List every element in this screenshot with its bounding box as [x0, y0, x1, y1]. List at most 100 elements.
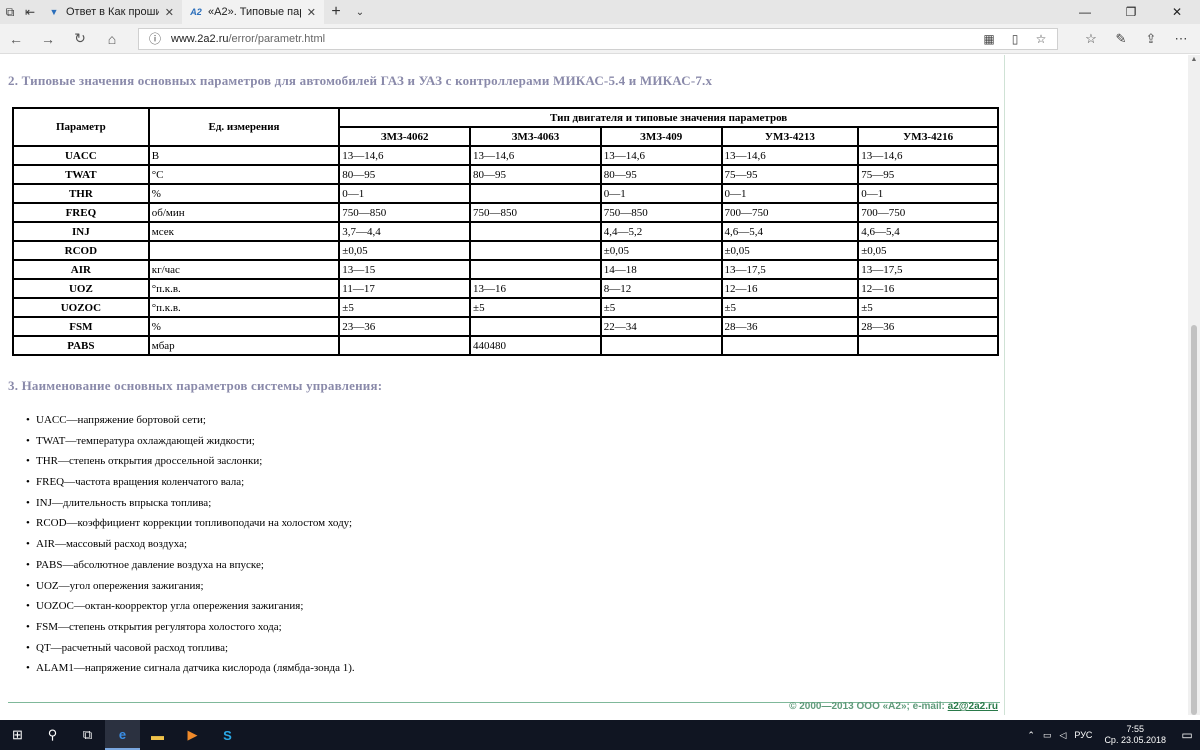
- favorites-hub-icon[interactable]: ☆: [1076, 31, 1106, 47]
- param-name-cell: AIR: [12, 259, 150, 280]
- back-arrow-icon[interactable]: ←: [0, 31, 32, 47]
- value-cell: 75—95: [857, 164, 999, 185]
- table-row: FREQ об/мин 750—850 750—850 750—850 700—750 70…: [12, 202, 999, 223]
- close-icon[interactable]: ✕: [307, 6, 316, 19]
- info-icon[interactable]: ⓘ: [145, 30, 165, 47]
- tab-answer-mik[interactable]: ▼ Ответ в Как прошить МИК ✕: [40, 0, 182, 24]
- window-close-icon[interactable]: ✕: [1154, 5, 1200, 19]
- header-unit: Ед. измерения: [147, 107, 341, 147]
- tab-preview-chevron-icon[interactable]: ⌄: [348, 7, 372, 18]
- tab-title: Ответ в Как прошить МИК: [66, 6, 159, 18]
- table-row: FSM% 23—36 22—34 28—36 28—36: [12, 316, 999, 337]
- more-icon[interactable]: ⋯: [1166, 31, 1196, 47]
- volume-icon[interactable]: ◁: [1055, 730, 1070, 741]
- reading-view-icon[interactable]: ▯: [1005, 32, 1025, 46]
- scroll-up-icon[interactable]: ▲: [1188, 55, 1200, 67]
- tab-manager-icon[interactable]: ⧉: [0, 0, 20, 24]
- value-cell: [469, 221, 602, 242]
- value-cell: 0—1: [720, 183, 860, 204]
- value-cell: ±0,05: [720, 240, 860, 261]
- new-tab-button[interactable]: +: [324, 3, 348, 21]
- list-item: INJ—длительность впрыска топлива;: [26, 493, 355, 514]
- header-engine: УМЗ-4213: [720, 126, 860, 147]
- maximize-icon[interactable]: ❐: [1108, 5, 1154, 19]
- clock[interactable]: 7:55 Ср. 23.05.2018: [1096, 724, 1174, 746]
- extension-icon[interactable]: ▦: [979, 32, 999, 46]
- network-icon[interactable]: ▭: [1039, 730, 1056, 741]
- url-text[interactable]: www.2a2.ru/error/parametr.html: [171, 33, 973, 45]
- clock-time: 7:55: [1126, 724, 1144, 734]
- notifications-icon[interactable]: ▭: [1174, 728, 1200, 742]
- tray-expand-icon[interactable]: ⌃: [1023, 730, 1039, 741]
- param-name-cell: TWAT: [12, 164, 150, 185]
- file-explorer-icon[interactable]: ▬: [140, 720, 175, 750]
- param-name-cell: UOZOC: [12, 297, 150, 318]
- start-windows-icon[interactable]: ⊞: [0, 720, 35, 750]
- table-row: UOZ °п.к.в. 11—17 13—16 8—12 12—16 12—16: [12, 278, 999, 299]
- page-viewport: 2. Типовые значения основных параметров …: [0, 55, 1188, 715]
- close-icon[interactable]: ✕: [165, 6, 174, 19]
- list-item: ALAM1—напряжение сигнала датчика кислоро…: [26, 658, 355, 679]
- search-icon[interactable]: ⚲: [35, 720, 70, 750]
- url-path: /error/parametr.html: [228, 32, 326, 45]
- keyboard-lang[interactable]: РУС: [1070, 730, 1096, 740]
- value-cell: [469, 240, 602, 261]
- list-item: FSM—степень открытия регулятора холостог…: [26, 617, 355, 638]
- value-cell: 4,6—5,4: [720, 221, 860, 242]
- value-cell: ±0,05: [338, 240, 472, 261]
- list-item: THR—степень открытия дроссельной заслонк…: [26, 451, 355, 472]
- value-cell: 440480: [469, 335, 602, 356]
- param-name-cell: UOZ: [12, 278, 150, 299]
- value-cell: 700—750: [720, 202, 860, 223]
- unit-cell: %: [147, 316, 341, 337]
- header-engine-group: Тип двигателя и типовые значения парамет…: [338, 107, 999, 128]
- clock-date: Ср. 23.05.2018: [1104, 735, 1166, 745]
- value-cell: [720, 335, 860, 356]
- windows-taskbar: ⊞ ⚲ ⧉ e ▬ ▶ S ⌃ ▭ ◁ РУС 7:55 Ср. 23.05.2…: [0, 720, 1200, 750]
- param-name-cell: UACC: [12, 145, 150, 166]
- web-note-icon[interactable]: ✎: [1106, 31, 1136, 47]
- forward-arrow-icon[interactable]: →: [32, 31, 64, 47]
- footer-copyright: © 2000—2013 ООО «А2»; e-mail: a2@2a2.ru: [789, 701, 998, 712]
- minimize-icon[interactable]: —: [1062, 5, 1108, 19]
- parameters-body: UACC В 13—14,6 13—14,6 13—14,6 13—14,6 13—14,6…: [12, 145, 999, 356]
- value-cell: 75—95: [720, 164, 860, 185]
- list-item: PABS—абсолютное давление воздуха на впус…: [26, 555, 355, 576]
- tab-a2-params[interactable]: A2 «А2». Типовые параме ✕: [182, 0, 324, 24]
- favorite-star-icon[interactable]: ☆: [1031, 32, 1051, 46]
- skype-icon[interactable]: S: [210, 720, 245, 750]
- list-item: AIR—массовый расход воздуха;: [26, 534, 355, 555]
- refresh-icon[interactable]: ↻: [64, 30, 96, 47]
- param-name-cell: THR: [12, 183, 150, 204]
- share-icon[interactable]: ⇪: [1136, 31, 1166, 47]
- table-row: AIR кг/час 13—15 14—18 13—17,5 13—17,5: [12, 259, 999, 280]
- section-2-title: 2. Типовые значения основных параметров …: [8, 73, 713, 88]
- task-view-icon[interactable]: ⧉: [70, 720, 105, 750]
- home-icon[interactable]: ⌂: [96, 31, 128, 47]
- media-player-icon[interactable]: ▶: [175, 720, 210, 750]
- table-row: RCOD ±0,05 ±0,05 ±0,05 ±0,05: [12, 240, 999, 261]
- page-scrollbar[interactable]: ▲: [1188, 55, 1200, 715]
- value-cell: [599, 335, 723, 356]
- edge-browser-icon[interactable]: e: [105, 720, 140, 750]
- value-cell: ±5: [338, 297, 472, 318]
- scrollbar-thumb[interactable]: [1191, 325, 1197, 715]
- param-name-cell: RCOD: [12, 240, 150, 261]
- value-cell: 80—95: [599, 164, 723, 185]
- address-bar[interactable]: ⓘ www.2a2.ru/error/parametr.html ▦ ▯ ☆: [138, 27, 1058, 50]
- value-cell: ±0,05: [857, 240, 999, 261]
- value-cell: 13—16: [469, 278, 602, 299]
- value-cell: 13—14,6: [469, 145, 602, 166]
- value-cell: 4,6—5,4: [857, 221, 999, 242]
- email-link[interactable]: a2@2a2.ru: [948, 701, 998, 712]
- value-cell: [469, 316, 602, 337]
- value-cell: 750—850: [469, 202, 602, 223]
- value-cell: 13—14,6: [720, 145, 860, 166]
- list-item: UOZOC—октан-коорректор угла опережения з…: [26, 596, 355, 617]
- value-cell: ±5: [857, 297, 999, 318]
- set-aside-tabs-icon[interactable]: ⇤: [20, 0, 40, 24]
- value-cell: 28—36: [857, 316, 999, 337]
- list-item: UOZ—угол опережения зажигания;: [26, 576, 355, 597]
- tab-title: «А2». Типовые параме: [208, 6, 301, 18]
- value-cell: 13—14,6: [599, 145, 723, 166]
